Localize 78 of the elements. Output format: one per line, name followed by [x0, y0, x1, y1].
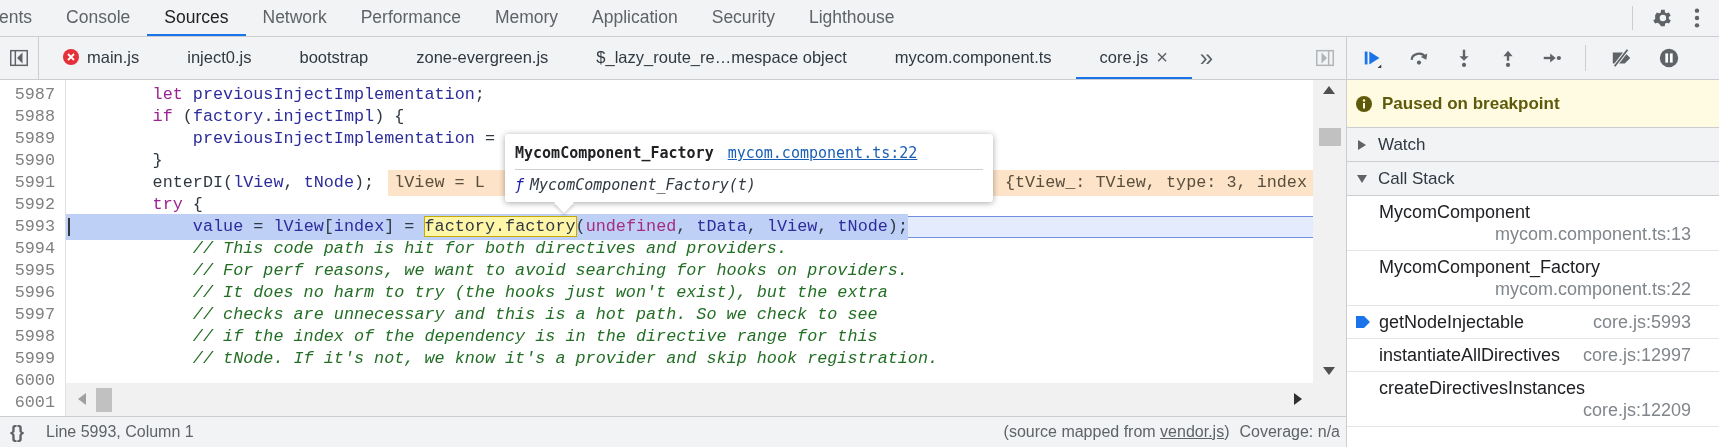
scrollbar-thumb[interactable] — [1319, 128, 1341, 146]
line-number: 6001 — [13, 392, 56, 414]
call-frame[interactable]: instantiateAllDirectives core.js:12997 — [1347, 339, 1719, 372]
file-tab[interactable]: bootstrap — [275, 37, 393, 79]
coverage-status: Coverage: n/a — [1238, 422, 1341, 442]
call-frame[interactable]: createDirectivesInstances core.js:12209 — [1347, 372, 1719, 427]
code-line: // checks are unnecessary and this is a hot path. So we check to see — [191, 304, 878, 327]
code-line: // This code path is hit for both directives and providers. — [191, 238, 787, 261]
cursor-position: Line 5993, Column 1 — [45, 422, 194, 442]
panel-tab[interactable]: Application — [575, 0, 695, 36]
scroll-down-icon[interactable] — [1323, 367, 1335, 375]
line-number: 5997 — [13, 304, 56, 326]
code-line: // It does no harm to try (the hooks just won't exist), but the extra — [191, 282, 888, 305]
line-number: 5989 — [13, 128, 56, 150]
file-tab[interactable]: zone-evergreen.js — [392, 37, 573, 79]
function-name: MycomComponent_Factory — [515, 143, 714, 164]
file-tab[interactable]: mycom.component.ts — [870, 37, 1076, 79]
code-line: try { — [151, 194, 203, 217]
function-icon: ƒ — [515, 173, 525, 196]
line-number: 5996 — [13, 282, 56, 304]
horizontal-scrollbar[interactable] — [66, 383, 1346, 416]
pretty-print-button[interactable]: {} — [0, 418, 34, 446]
code-line: previousInjectImplementation = — [191, 128, 495, 151]
line-number: 5994 — [13, 238, 56, 260]
scroll-right-icon[interactable] — [1294, 393, 1302, 405]
call-frame[interactable]: MycomComponent_Factory mycom.component.ts:22 — [1347, 251, 1719, 306]
code-line: // if the index of the dependency is in the directive range for this — [191, 326, 878, 349]
panel-tab[interactable]: Security — [694, 0, 792, 36]
pause-exceptions-icon[interactable] — [1658, 47, 1680, 69]
file-tab[interactable]: $_lazy_route_re…mespace object — [572, 37, 871, 79]
sidebar-toggle-icon[interactable] — [8, 47, 30, 69]
line-number: 5993 — [13, 216, 56, 238]
file-tab[interactable]: main.js — [39, 37, 164, 79]
source-link[interactable]: mycom.component.ts:22 — [727, 142, 918, 165]
code-line: } — [151, 150, 163, 173]
panel-tab[interactable]: Performance — [343, 0, 478, 36]
line-number: 5990 — [13, 150, 56, 172]
call-frame[interactable]: MycomComponent mycom.component.ts:13 — [1347, 196, 1719, 251]
function-signature: MycomComponent_Factory(t) — [530, 174, 756, 196]
panel-tab[interactable]: Console — [49, 0, 148, 36]
code-line: if (factory.injectImpl) { — [151, 106, 405, 129]
vertical-scrollbar[interactable] — [1313, 80, 1346, 383]
line-number: 5995 — [13, 260, 56, 282]
paused-message: Paused on breakpoint — [1382, 92, 1560, 115]
source-map-note: (source mapped from vendor.js) — [1003, 422, 1230, 442]
scrollbar-thumb[interactable] — [96, 388, 112, 412]
source-link[interactable]: vendor.js — [1160, 423, 1225, 440]
current-frame-arrow-icon — [1356, 315, 1370, 329]
line-number: 5998 — [13, 326, 56, 348]
code-line: enterDI(lView, tNode); — [151, 172, 375, 195]
close-button[interactable]: × — [1156, 47, 1168, 67]
collapse-triangle-icon — [1356, 172, 1368, 185]
more-tabs-button[interactable]: » — [1191, 37, 1222, 79]
scroll-up-icon[interactable] — [1323, 86, 1335, 94]
file-tab[interactable]: inject0.js — [163, 37, 276, 79]
expand-triangle-icon — [1356, 138, 1368, 151]
settings-icon[interactable] — [1651, 7, 1673, 29]
error-icon — [63, 49, 79, 65]
more-icon[interactable] — [1693, 7, 1701, 29]
panel-tab[interactable]: Network — [245, 0, 344, 36]
line-number: 5999 — [13, 348, 56, 370]
section-header[interactable]: Call Stack — [1347, 162, 1719, 196]
line-number: 5987 — [13, 84, 56, 106]
code-line: // tNode. If it's not, we know it's a provider and skip hook registration. — [191, 348, 939, 371]
line-number: 5991 — [13, 172, 56, 194]
panel-tab[interactable]: Lighthouse — [791, 0, 912, 36]
line-number: 5992 — [13, 194, 56, 216]
panel-tab[interactable]: Memory — [477, 0, 576, 36]
line-number: 5988 — [13, 106, 56, 128]
section-header[interactable]: Watch — [1347, 128, 1719, 162]
code-line: let previousInjectImplementation; — [151, 84, 485, 107]
code-line: // For perf reasons, we want to avoid searching for hooks on providers. — [191, 260, 908, 283]
call-frame[interactable]: getNodeInjectable core.js:5993 — [1347, 306, 1719, 339]
info-icon — [1356, 95, 1372, 112]
panel-tab[interactable]: ents — [0, 0, 50, 36]
sidebar-toggle-icon[interactable] — [1314, 47, 1336, 69]
text-cursor — [68, 218, 70, 236]
line-number: 6000 — [13, 370, 56, 392]
